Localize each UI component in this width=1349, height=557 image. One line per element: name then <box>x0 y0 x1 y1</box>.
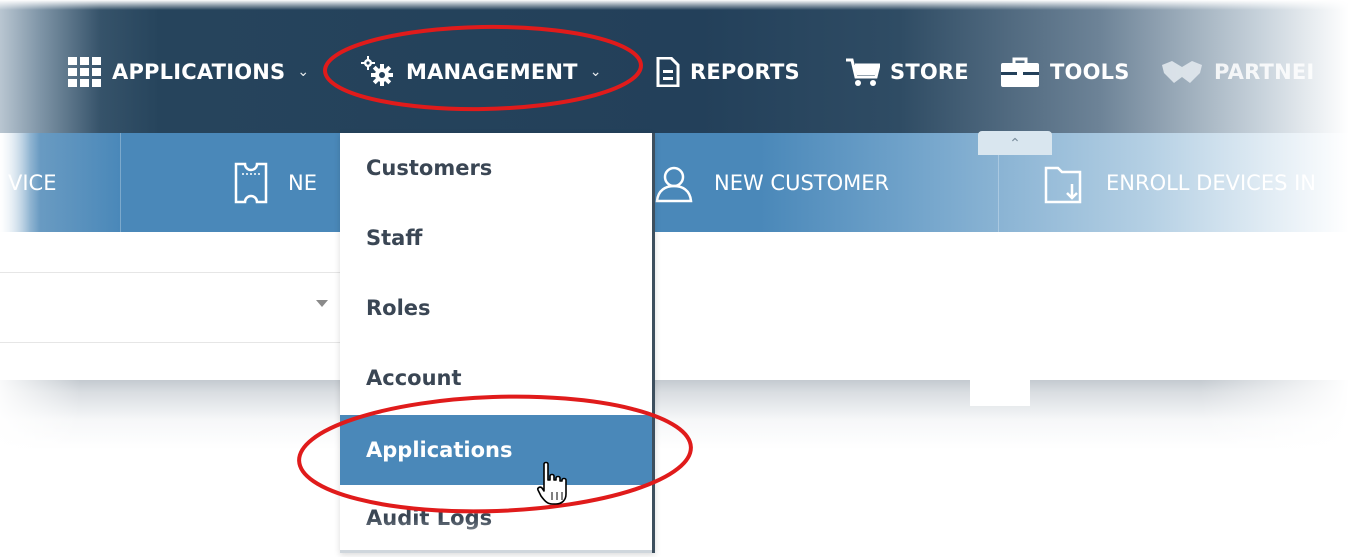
menu-bottom-border <box>340 550 652 553</box>
nav-store-label: STORE <box>890 60 969 84</box>
menu-item-label: Customers <box>366 156 493 180</box>
toolbar-left-fade <box>0 133 40 232</box>
content-divider <box>0 342 345 343</box>
toolbar-new-ticket-button[interactable]: NE <box>234 161 317 205</box>
nav-applications[interactable]: APPLICATIONS ⌄ <box>68 52 309 92</box>
nav-reports-label: REPORTS <box>690 60 800 84</box>
action-toolbar: VICE NE NEW CUSTOMER ENROL <box>0 133 1349 232</box>
collapse-toolbar-button[interactable]: ⌃ <box>978 131 1052 155</box>
toolbar-new-customer-label: NEW CUSTOMER <box>714 171 890 195</box>
menu-item-label: Staff <box>366 226 423 250</box>
toolbar-enroll-devices-label: ENROLL DEVICES IN <box>1106 171 1317 195</box>
menu-item-label: Account <box>366 366 462 390</box>
toolbar-divider <box>120 133 121 232</box>
nav-store[interactable]: STORE <box>846 52 969 92</box>
menu-item-staff[interactable]: Staff <box>340 203 652 273</box>
gears-icon <box>360 56 396 88</box>
toolbox-icon <box>1000 56 1040 88</box>
cart-icon <box>846 57 880 87</box>
handshake-icon <box>1160 57 1204 87</box>
chevron-up-icon: ⌃ <box>1009 134 1021 151</box>
menu-bottom-fade <box>340 518 652 553</box>
report-icon <box>656 57 680 87</box>
nav-management-label: MANAGEMENT <box>406 60 578 84</box>
chevron-down-icon: ⌄ <box>297 64 310 80</box>
toolbar-enroll-devices-button[interactable]: ENROLL DEVICES IN <box>1044 161 1316 205</box>
ticket-icon <box>234 162 268 204</box>
grid-icon <box>68 57 102 87</box>
menu-item-label: Roles <box>366 296 431 320</box>
nav-reports[interactable]: REPORTS <box>656 52 800 92</box>
nav-partners-label: PARTNEI <box>1214 60 1315 84</box>
menu-item-roles[interactable]: Roles <box>340 273 652 343</box>
panel-notch <box>970 380 1030 406</box>
toolbar-new-customer-button[interactable]: NEW CUSTOMER <box>654 161 889 205</box>
menu-item-account[interactable]: Account <box>340 343 652 413</box>
user-icon <box>654 163 694 203</box>
top-edge-fade <box>0 0 1349 10</box>
management-dropdown-menu: Customers Staff Roles Account Applicatio… <box>340 133 655 553</box>
menu-item-label: Applications <box>366 438 513 462</box>
nav-tools[interactable]: TOOLS <box>1000 52 1130 92</box>
menu-item-customers[interactable]: Customers <box>340 133 652 203</box>
nav-management[interactable]: MANAGEMENT ⌄ <box>360 52 602 92</box>
chevron-down-icon: ⌄ <box>589 64 602 80</box>
menu-item-applications[interactable]: Applications <box>340 415 652 485</box>
nav-applications-label: APPLICATIONS <box>112 60 286 84</box>
nav-tools-label: TOOLS <box>1050 60 1130 84</box>
content-divider <box>0 272 345 273</box>
nav-partners[interactable]: PARTNEI <box>1160 52 1314 92</box>
folder-download-icon <box>1044 162 1086 204</box>
dropdown-caret-icon[interactable] <box>316 300 328 307</box>
panel-shadow-fade <box>0 380 1349 450</box>
top-nav-bar: APPLICATIONS ⌄ MANAGEMENT ⌄ REPORTS STOR… <box>0 0 1349 133</box>
toolbar-new-ticket-label: NE <box>288 171 317 195</box>
